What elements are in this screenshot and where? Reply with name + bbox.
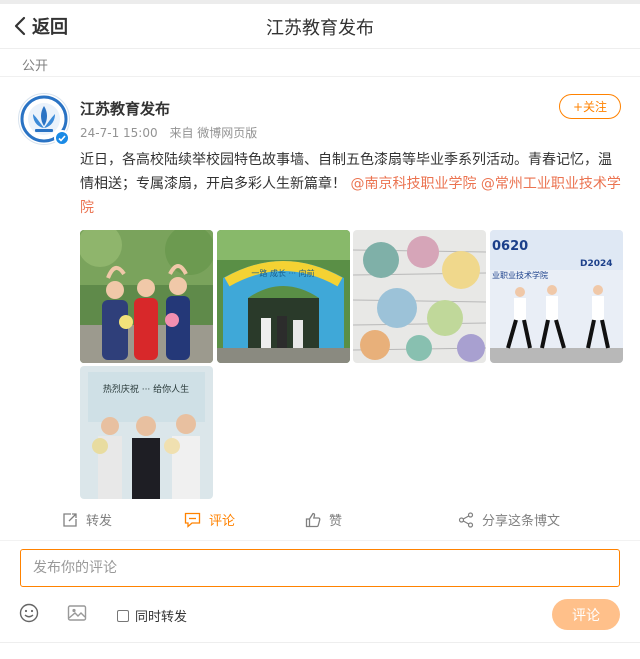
divider bbox=[0, 642, 640, 643]
photo-lacquer-fans-wall[interactable] bbox=[353, 230, 486, 363]
action-bar: 转发 评论 赞 分享这条博文 bbox=[0, 506, 640, 534]
verified-badge-icon bbox=[54, 130, 70, 146]
emoji-icon bbox=[19, 603, 39, 623]
share-icon bbox=[458, 511, 474, 528]
comment-input[interactable] bbox=[20, 549, 620, 587]
repost-option-label: 同时转发 bbox=[135, 610, 188, 625]
divider bbox=[0, 540, 640, 541]
share-button[interactable]: 分享这条博文 bbox=[458, 510, 560, 529]
post-source: 来自 微博网页版 bbox=[169, 126, 258, 140]
photo-students-holding-fans[interactable]: 热烈庆祝 ··· 给你人生 bbox=[80, 366, 213, 499]
repost-icon bbox=[63, 512, 77, 527]
like-label: 赞 bbox=[329, 514, 343, 529]
image-icon bbox=[67, 605, 87, 621]
photo-banner-text: 热烈庆祝 ··· 给你人生 bbox=[103, 383, 189, 395]
submit-comment-button[interactable]: 评论 bbox=[552, 599, 620, 630]
follow-button[interactable]: +关注 bbox=[559, 94, 621, 119]
page-title: 江苏教育发布 bbox=[266, 18, 374, 39]
image-upload-button[interactable] bbox=[67, 603, 87, 627]
repost-option: 同时转发 bbox=[117, 606, 187, 625]
photo-graduates-heart-pose[interactable] bbox=[80, 230, 213, 363]
header-bar: 返回 江苏教育发布 bbox=[0, 4, 640, 49]
stage-text-top: 0620 bbox=[492, 239, 528, 254]
mention-link[interactable]: @南京科技职业学院 bbox=[350, 176, 476, 192]
photo-campus-story-arch[interactable]: 一路 成长 ··· 向前 bbox=[217, 230, 350, 363]
post-meta: 24-7-1 15:00 来自 微博网页版 bbox=[80, 124, 265, 141]
like-button[interactable]: 赞 bbox=[305, 510, 342, 529]
visibility-label: 公开 bbox=[22, 59, 49, 74]
repost-button[interactable]: 转发 bbox=[62, 510, 112, 529]
photo-graduates-stage-walk[interactable]: 0620 业职业技术学院 D2024 bbox=[490, 230, 623, 363]
post-time[interactable]: 24-7-1 15:00 bbox=[80, 126, 158, 140]
stage-text-date: D2024 bbox=[580, 259, 613, 269]
comment-icon bbox=[184, 512, 201, 528]
author-name[interactable]: 江苏教育发布 bbox=[80, 98, 170, 119]
divider bbox=[0, 76, 640, 77]
repost-checkbox[interactable] bbox=[117, 609, 129, 622]
share-label: 分享这条博文 bbox=[482, 514, 561, 529]
thumbs-up-icon bbox=[305, 512, 321, 527]
comment-button[interactable]: 评论 bbox=[184, 510, 235, 529]
post-text: 近日，各高校陆续举校园特色故事墙、自制五色漆扇等毕业季系列活动。青春记忆，温情相… bbox=[80, 148, 625, 220]
arch-sign-text: 一路 成长 ··· 向前 bbox=[251, 268, 314, 278]
repost-label: 转发 bbox=[86, 514, 113, 529]
emoji-button[interactable] bbox=[19, 603, 39, 627]
stage-text-board: 业职业技术学院 bbox=[492, 270, 548, 280]
comment-label: 评论 bbox=[209, 514, 236, 529]
